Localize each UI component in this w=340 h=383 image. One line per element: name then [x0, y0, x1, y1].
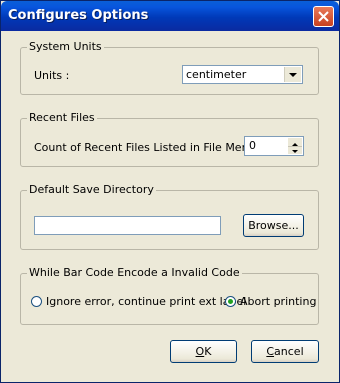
arrow-down-icon [292, 150, 298, 153]
ignore-error-radio[interactable] [31, 296, 42, 307]
close-icon [318, 11, 329, 22]
system-units-legend: System Units [27, 40, 104, 53]
recent-files-count-spinner[interactable]: 0 [244, 136, 304, 156]
units-dropdown-button[interactable] [284, 67, 301, 82]
radio-selected-dot [228, 299, 233, 304]
abort-printing-label[interactable]: Abort printing [240, 295, 316, 308]
units-label: Units : [34, 69, 70, 82]
abort-printing-radio[interactable] [225, 296, 236, 307]
units-select-value: centimeter [186, 68, 247, 81]
save-directory-group: Default Save Directory Browse... [20, 183, 319, 250]
ok-button[interactable]: OK [170, 340, 237, 363]
ok-accelerator: O [195, 345, 205, 358]
spinner-buttons [288, 138, 302, 154]
browse-button[interactable]: Browse... [243, 214, 304, 237]
configure-options-dialog: Configures Options System Units Units : … [0, 0, 340, 383]
ignore-error-label[interactable]: Ignore error, continue print ext label [46, 295, 246, 308]
recent-files-legend: Recent Files [27, 111, 97, 124]
title-bar[interactable]: Configures Options [1, 1, 339, 31]
ok-label-rest: K [204, 345, 212, 358]
recent-files-count-label: Count of Recent Files Listed in File Men… [34, 141, 256, 154]
save-directory-legend: Default Save Directory [27, 183, 156, 196]
units-select[interactable]: centimeter [182, 65, 303, 84]
close-button[interactable] [313, 6, 334, 27]
system-units-group: System Units Units : centimeter [20, 40, 319, 95]
cancel-button[interactable]: Cancel [251, 340, 319, 363]
cancel-accelerator: C [266, 345, 275, 358]
invalid-barcode-legend: While Bar Code Encode a Invalid Code [27, 266, 242, 279]
chevron-down-icon [289, 73, 297, 77]
save-directory-input[interactable] [34, 216, 221, 235]
window-title: Configures Options [8, 8, 149, 23]
recent-files-count-value: 0 [249, 139, 256, 152]
invalid-barcode-group: While Bar Code Encode a Invalid Code Ign… [20, 266, 319, 325]
recent-files-group: Recent Files Count of Recent Files Liste… [20, 111, 319, 167]
cancel-label-rest: ancel [274, 345, 304, 358]
spin-down-button[interactable] [288, 146, 302, 154]
